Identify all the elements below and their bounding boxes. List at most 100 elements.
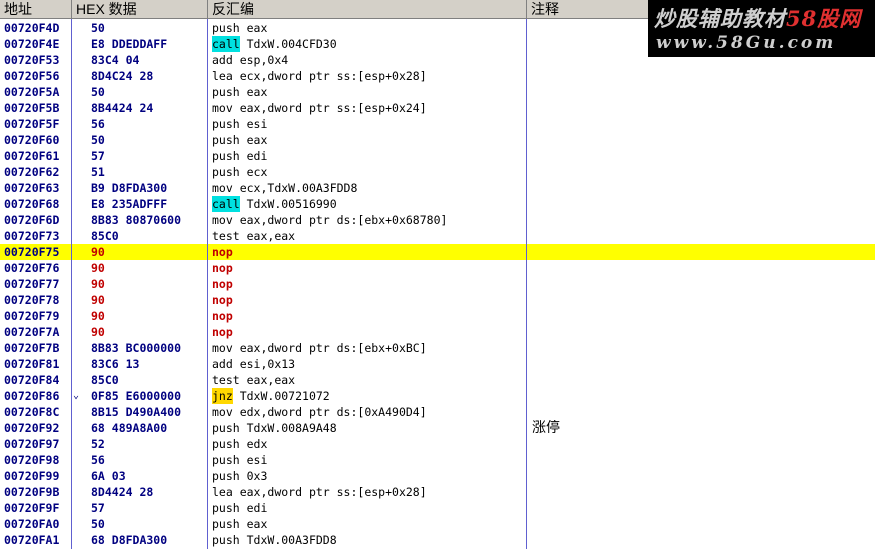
comment-cell (532, 436, 872, 452)
comment-cell (532, 260, 872, 276)
mnemonic: push (212, 453, 240, 467)
comment-cell (532, 484, 872, 500)
instruction-row[interactable]: 00720F86 ⌄ 0F85 E6000000 jnz TdxW.00721072 (0, 388, 875, 404)
comment-cell (532, 356, 872, 372)
operands: esi (239, 453, 268, 467)
hex-cell: 90 (91, 277, 105, 291)
disasm-cell: call TdxW.004CFD30 (212, 36, 524, 52)
watermark-title: 炒股辅助教材58股网 (654, 6, 862, 31)
column-header-address[interactable]: 地址 (0, 0, 72, 19)
operands: esi,0x13 (232, 357, 296, 371)
address-cell: 00720F97 (4, 437, 60, 451)
address-cell: 00720F53 (4, 53, 60, 67)
hex-cell: 83C4 04 (91, 53, 140, 67)
comment-cell (532, 500, 872, 516)
comment-cell (532, 308, 872, 324)
comment-cell (532, 228, 872, 244)
hex-cell: 90 (91, 261, 105, 275)
mnemonic: nop (212, 277, 233, 291)
instruction-row[interactable]: 00720F63 B9 D8FDA300 mov ecx,TdxW.00A3FDD8 (0, 180, 875, 196)
hex-cell: 56 (91, 117, 105, 131)
mnemonic: nop (212, 325, 233, 339)
comment-cell (532, 468, 872, 484)
hex-cell: 90 (91, 293, 105, 307)
operands: TdxW.00721072 (232, 389, 330, 403)
instruction-row[interactable]: 00720F98 56 push esi (0, 452, 875, 468)
address-cell: 00720F81 (4, 357, 60, 371)
address-cell: 00720F61 (4, 149, 60, 163)
hex-cell: 57 (91, 501, 105, 515)
instruction-row[interactable]: 00720F61 57 push edi (0, 148, 875, 164)
instruction-row[interactable]: 00720FA1 68 D8FDA300 push TdxW.00A3FDD8 (0, 532, 875, 548)
instruction-row[interactable]: 00720F68 E8 235ADFFF call TdxW.00516990 (0, 196, 875, 212)
operands: eax,dword ptr ss:[esp+0x24] (232, 101, 427, 115)
instruction-row[interactable]: 00720F8C 8B15 D490A400 mov edx,dword ptr d… (0, 404, 875, 420)
instruction-row[interactable]: 00720F73 85C0 test eax,eax (0, 228, 875, 244)
address-cell: 00720F8C (4, 405, 60, 419)
operands: edx,dword ptr ds:[0xA490D4] (232, 405, 427, 419)
address-cell: 00720F84 (4, 373, 60, 387)
mnemonic: push (212, 85, 240, 99)
address-cell: 00720F76 (4, 261, 60, 275)
disasm-cell: nop (212, 324, 524, 340)
instruction-row[interactable]: 00720F6D 8B83 80870600 mov eax,dword ptr d… (0, 212, 875, 228)
address-cell: 00720F92 (4, 421, 60, 435)
disasm-cell: push TdxW.00A3FDD8 (212, 532, 524, 548)
address-cell: 00720F6D (4, 213, 60, 227)
instruction-row[interactable]: 00720F97 52 push edx (0, 436, 875, 452)
column-header-disasm[interactable]: 反汇编 (208, 0, 527, 19)
comment-cell (532, 244, 872, 260)
instruction-row[interactable]: 00720FA0 50 push eax (0, 516, 875, 532)
mnemonic: push (212, 21, 240, 35)
address-cell: 00720FA1 (4, 533, 60, 547)
mnemonic: push (212, 437, 240, 451)
instruction-row[interactable]: 00720F56 8D4C24 28 lea ecx,dword ptr ss:[e… (0, 68, 875, 84)
hex-cell: 8D4C24 28 (91, 69, 154, 83)
jump-arrow-icon: ⌄ (73, 390, 80, 401)
address-cell: 00720F77 (4, 277, 60, 291)
watermark-url: www.58Gu.com (656, 33, 837, 53)
disasm-cell: nop (212, 244, 524, 260)
disasm-cell: nop (212, 308, 524, 324)
mnemonic: add (212, 357, 233, 371)
operands: eax (239, 133, 268, 147)
hex-cell: 8B83 BC000000 (91, 341, 182, 355)
operands: ecx,dword ptr ss:[esp+0x28] (232, 69, 427, 83)
instruction-row[interactable]: 00720F5B 8B4424 24 mov eax,dword ptr ss:[e… (0, 100, 875, 116)
instruction-row[interactable]: 00720F62 51 push ecx (0, 164, 875, 180)
instruction-row[interactable]: 00720F77 90 nop (0, 276, 875, 292)
instruction-row[interactable]: 00720F99 6A 03 push 0x3 (0, 468, 875, 484)
mnemonic: push (212, 165, 240, 179)
instruction-row[interactable]: 00720F60 50 push eax (0, 132, 875, 148)
instruction-row[interactable]: 00720F79 90 nop (0, 308, 875, 324)
address-cell: 00720F9B (4, 485, 60, 499)
comment-cell (532, 340, 872, 356)
instruction-row[interactable]: 00720F76 90 nop (0, 260, 875, 276)
instruction-row[interactable]: 00720F78 90 nop (0, 292, 875, 308)
comment-cell (532, 84, 872, 100)
mnemonic: add (212, 53, 233, 67)
address-cell: 00720F73 (4, 229, 60, 243)
disasm-cell: push eax (212, 516, 524, 532)
instruction-row[interactable]: 00720F84 85C0 test eax,eax (0, 372, 875, 388)
instruction-row[interactable]: 00720F5F 56 push esi (0, 116, 875, 132)
mnemonic: nop (212, 309, 233, 323)
hex-cell: 50 (91, 21, 105, 35)
column-header-hex[interactable]: HEX 数据 (72, 0, 208, 19)
comment-cell (532, 148, 872, 164)
instruction-row[interactable]: 00720F81 83C6 13 add esi,0x13 (0, 356, 875, 372)
instruction-row[interactable]: 00720F9B 8D4424 28 lea eax,dword ptr ss:[e… (0, 484, 875, 500)
instruction-row[interactable]: 00720F75 90 nop (0, 244, 875, 260)
instruction-row[interactable]: 00720F9F 57 push edi (0, 500, 875, 516)
instruction-row[interactable]: 00720F5A 50 push eax (0, 84, 875, 100)
operands: esp,0x4 (232, 53, 289, 67)
disasm-cell: push edi (212, 500, 524, 516)
instruction-row[interactable]: 00720F7B 8B83 BC000000 mov eax,dword ptr d… (0, 340, 875, 356)
instruction-row[interactable]: 00720F92 68 489A8A00 push TdxW.008A9A48 涨停 (0, 420, 875, 436)
instruction-row[interactable]: 00720F7A 90 nop (0, 324, 875, 340)
column-divider (71, 19, 72, 549)
comment-cell: 涨停 (532, 420, 560, 436)
disasm-cell: lea ecx,dword ptr ss:[esp+0x28] (212, 68, 524, 84)
hex-cell: 68 489A8A00 (91, 421, 168, 435)
disasm-cell: mov edx,dword ptr ds:[0xA490D4] (212, 404, 524, 420)
